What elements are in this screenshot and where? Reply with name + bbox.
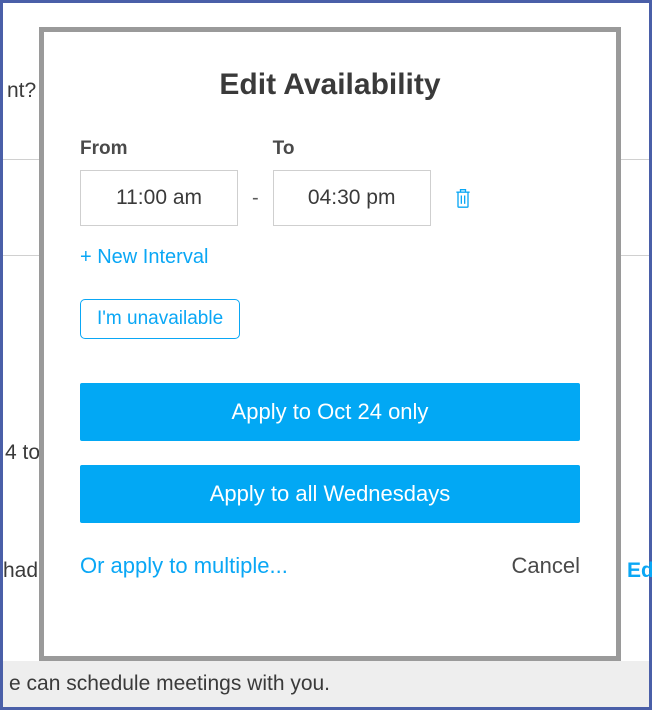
unavailable-button[interactable]: I'm unavailable (80, 299, 240, 339)
edit-availability-modal: Edit Availability From - To + (39, 27, 621, 661)
to-column: To (273, 138, 431, 226)
interval-dash: - (252, 187, 259, 226)
new-interval-link[interactable]: + New Interval (80, 246, 208, 269)
app-frame: nt? 4 to had Ed e can schedule meetings … (0, 0, 652, 710)
bg-text-fragment: 4 to (5, 441, 40, 465)
time-interval-row: From - To (80, 138, 580, 226)
from-column: From (80, 138, 238, 226)
from-time-input[interactable] (80, 170, 238, 226)
delete-interval-button[interactable] (451, 184, 475, 212)
apply-button-group: Apply to Oct 24 only Apply to all Wednes… (80, 383, 580, 523)
to-label: To (273, 138, 431, 160)
cancel-button[interactable]: Cancel (512, 553, 580, 579)
modal-footer-row: Or apply to multiple... Cancel (80, 553, 580, 579)
bg-footer-text: e can schedule meetings with you. (9, 672, 330, 696)
modal-title: Edit Availability (80, 68, 580, 102)
bg-edit-link-fragment[interactable]: Ed (627, 559, 652, 583)
bg-text-fragment: nt? (7, 79, 36, 103)
from-label: From (80, 138, 238, 160)
trash-icon (453, 186, 473, 210)
apply-recurring-button[interactable]: Apply to all Wednesdays (80, 465, 580, 523)
bg-text-fragment: had (3, 559, 38, 583)
apply-multiple-link[interactable]: Or apply to multiple... (80, 553, 288, 579)
bg-footer-band: e can schedule meetings with you. (3, 661, 649, 707)
apply-single-date-button[interactable]: Apply to Oct 24 only (80, 383, 580, 441)
to-time-input[interactable] (273, 170, 431, 226)
